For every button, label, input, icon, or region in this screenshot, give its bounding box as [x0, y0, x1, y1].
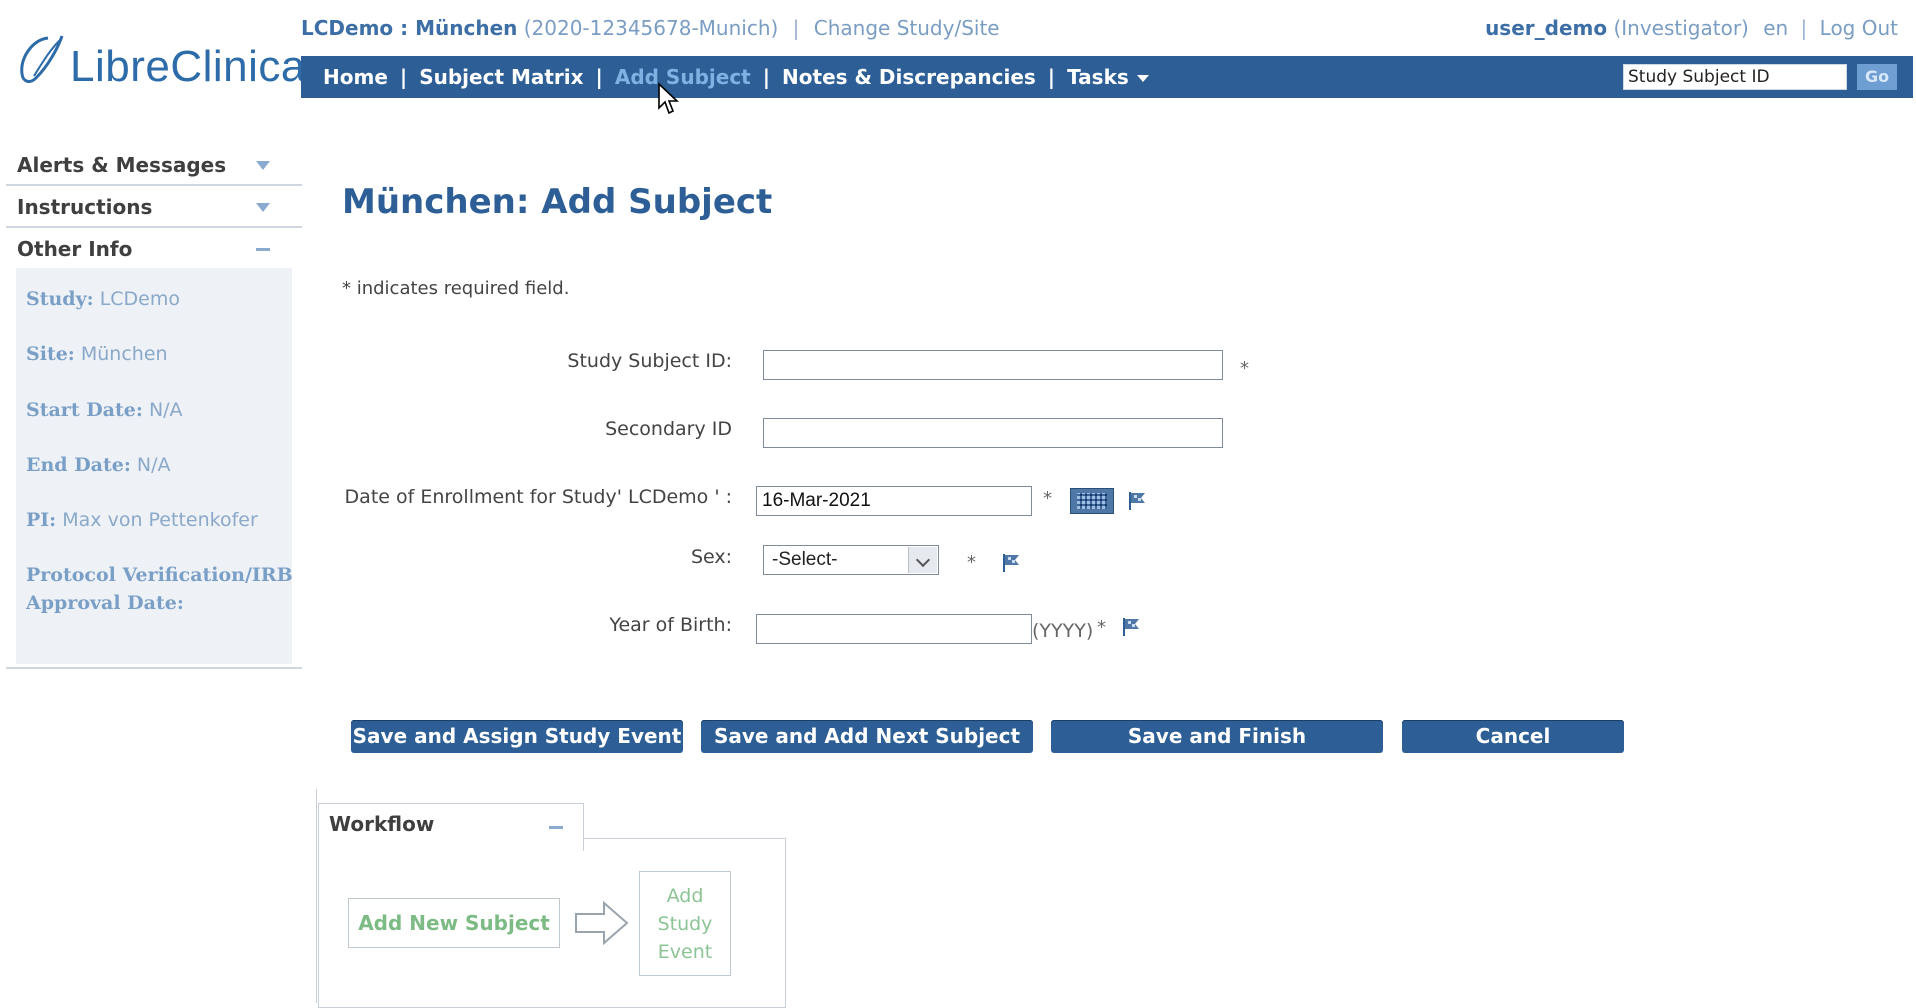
info-label: Study:: [26, 288, 94, 310]
enrollment-date-input[interactable]: [756, 486, 1032, 516]
required-asterisk: *: [967, 552, 976, 573]
info-value: Max von Pettenkofer: [62, 509, 258, 531]
info-study: Study: LCDemo: [26, 288, 180, 310]
info-site: Site: München: [26, 343, 168, 365]
save-and-finish-button[interactable]: Save and Finish: [1051, 720, 1383, 753]
workflow-title: Workflow: [329, 812, 435, 836]
libreclinica-logo[interactable]: LibreClinica: [14, 30, 305, 94]
info-value: LCDemo: [99, 288, 181, 310]
language-link[interactable]: en: [1763, 16, 1788, 40]
cancel-button[interactable]: Cancel: [1402, 720, 1624, 753]
study-subject-id-label: Study Subject ID:: [567, 350, 732, 372]
sex-select-value: -Select-: [772, 549, 838, 570]
sidebar-other-info[interactable]: Other Info: [6, 228, 302, 270]
study-subject-id-input[interactable]: [763, 350, 1223, 380]
sidebar-section-title: Alerts & Messages: [17, 153, 227, 177]
expand-icon[interactable]: [256, 161, 270, 170]
page-title: München: Add Subject: [342, 182, 773, 222]
enrollment-date-label: Date of Enrollment for Study' LCDemo ' :: [344, 486, 732, 508]
nav-tasks-label: Tasks: [1067, 65, 1129, 89]
info-value: N/A: [136, 454, 171, 476]
save-add-next-subject-button[interactable]: Save and Add Next Subject: [701, 720, 1033, 753]
current-study: LCDemo : München (2020-12345678-Munich) …: [301, 16, 1000, 40]
info-pi: PI: Max von Pettenkofer: [26, 509, 258, 531]
info-label: End Date:: [26, 454, 131, 476]
study-subject-search-input[interactable]: [1623, 64, 1847, 90]
sidebar-instructions[interactable]: Instructions: [6, 186, 302, 228]
expand-icon[interactable]: [256, 203, 270, 212]
info-label: Protocol Verification/IRB: [26, 564, 293, 586]
required-asterisk: *: [1097, 617, 1106, 638]
study-name: LCDemo : München: [301, 16, 518, 40]
required-field-note: * indicates required field.: [342, 278, 570, 299]
info-label: Site:: [26, 343, 75, 365]
year-of-birth-label: Year of Birth:: [609, 614, 732, 636]
go-button[interactable]: Go: [1857, 64, 1897, 90]
main-navbar: Home | Subject Matrix | Add Subject | No…: [301, 56, 1913, 98]
discrepancy-flag-icon[interactable]: [1120, 616, 1142, 638]
dropdown-arrow-icon[interactable]: [908, 547, 937, 573]
info-label: Approval Date:: [26, 592, 184, 614]
separator: |: [762, 65, 771, 89]
sidebar-section-title: Other Info: [17, 237, 133, 261]
info-value: N/A: [148, 399, 183, 421]
sidebar: Alerts & Messages Instructions Other Inf…: [6, 144, 302, 664]
sex-select[interactable]: -Select-: [763, 545, 939, 575]
secondary-id-label: Secondary ID: [605, 418, 732, 440]
info-label: PI:: [26, 509, 57, 531]
info-protocol-verification: Protocol Verification/IRB: [26, 564, 293, 586]
separator: |: [1800, 16, 1808, 40]
info-value: München: [80, 343, 168, 365]
logo-text: LibreClinica: [70, 42, 306, 91]
other-info-panel: Study: LCDemo Site: München Start Date: …: [16, 268, 293, 664]
nav-home[interactable]: Home: [323, 65, 388, 89]
arrow-right-icon: [575, 900, 629, 946]
workflow-step-add-new-subject: Add New Subject: [348, 898, 560, 948]
required-asterisk: *: [1043, 488, 1052, 509]
separator: |: [1047, 65, 1056, 89]
workflow-step-line: Event: [657, 941, 713, 963]
workflow-step-line: Add: [666, 885, 704, 907]
user-role: (Investigator): [1613, 16, 1749, 40]
user-info: user_demo (Investigator) en | Log Out: [1485, 16, 1898, 40]
nav-menu: Home | Subject Matrix | Add Subject | No…: [323, 56, 1149, 98]
year-format-hint: (YYYY): [1032, 620, 1094, 642]
info-end-date: End Date: N/A: [26, 454, 171, 476]
save-assign-study-event-button[interactable]: Save and Assign Study Event: [351, 720, 683, 753]
workflow-step-add-study-event: Add Study Event: [639, 871, 731, 976]
mouse-cursor-icon: [658, 82, 680, 115]
required-asterisk: *: [1240, 358, 1249, 379]
logo-swoosh-icon: [20, 35, 64, 83]
study-code: (2020-12345678-Munich): [523, 16, 779, 40]
nav-tasks[interactable]: Tasks: [1067, 65, 1149, 89]
calendar-icon[interactable]: [1070, 488, 1114, 514]
discrepancy-flag-icon[interactable]: [1000, 552, 1022, 574]
collapse-icon[interactable]: [549, 826, 563, 829]
nav-subject-matrix[interactable]: Subject Matrix: [419, 65, 583, 89]
chevron-down-icon: [1136, 75, 1149, 82]
workflow-left-border: [316, 789, 317, 1003]
sidebar-section-title: Instructions: [17, 195, 153, 219]
sidebar-alerts-messages[interactable]: Alerts & Messages: [6, 144, 302, 186]
separator: |: [595, 65, 603, 89]
workflow-step-line: Study: [657, 913, 713, 935]
user-name[interactable]: user_demo: [1485, 16, 1607, 40]
nav-notes-discrepancies[interactable]: Notes & Discrepancies: [782, 65, 1036, 89]
change-study-link[interactable]: Change Study/Site: [814, 16, 1000, 40]
secondary-id-input[interactable]: [763, 418, 1223, 448]
info-start-date: Start Date: N/A: [26, 399, 183, 421]
year-of-birth-input[interactable]: [756, 614, 1032, 644]
separator: |: [792, 16, 800, 40]
collapse-icon[interactable]: [256, 248, 270, 251]
info-label: Start Date:: [26, 399, 143, 421]
separator: |: [399, 65, 408, 89]
nav-add-subject[interactable]: Add Subject: [615, 65, 751, 89]
logout-link[interactable]: Log Out: [1820, 16, 1898, 40]
sidebar-divider: [6, 667, 302, 669]
sex-label: Sex:: [690, 546, 732, 568]
info-approval-date: Approval Date:: [26, 592, 184, 614]
discrepancy-flag-icon[interactable]: [1126, 490, 1148, 512]
